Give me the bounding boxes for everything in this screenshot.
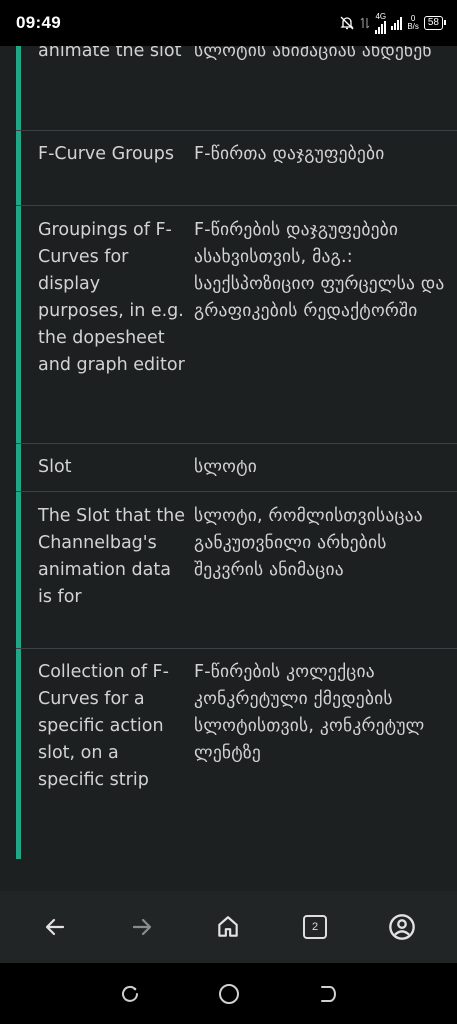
tab-count-icon: 2 [303, 915, 328, 939]
signal-icon-2 [391, 16, 403, 30]
recents-button[interactable] [110, 974, 150, 1014]
recents-icon [121, 985, 138, 1002]
english-term: The Slot that the Channelbag's animation… [38, 506, 186, 607]
arrow-left-icon [46, 918, 65, 936]
network-type: 4G [375, 11, 387, 21]
home-button[interactable] [206, 905, 250, 949]
data-transfer-icon [360, 17, 370, 29]
battery-icon: 58 [423, 16, 447, 30]
browser-toolbar: 2 [0, 891, 457, 963]
english-term: Slot [38, 457, 72, 477]
georgian-term: F-წირების კოლექცია კონკრეტული ქმედების ს… [194, 662, 425, 763]
glossary-content: animate the slot სლოტის ანიმაციას ახდენე… [0, 46, 457, 891]
home-icon [218, 916, 239, 937]
home-nav-button[interactable] [209, 974, 249, 1014]
table-row: Slot სლოტი [16, 444, 457, 492]
english-term: Groupings of F-Curves for display purpos… [38, 220, 185, 375]
tabs-button[interactable]: 2 [293, 905, 337, 949]
account-icon [388, 914, 415, 940]
english-term: F-Curve Groups [38, 144, 174, 164]
table-row: Groupings of F-Curves for display purpos… [16, 206, 457, 444]
table-row: Collection of F-Curves for a specific ac… [16, 649, 457, 859]
forward-button[interactable] [120, 905, 164, 949]
georgian-term: სლოტის ანიმაციას ახდენენ [194, 46, 432, 61]
back-nav-icon [320, 985, 336, 1002]
system-nav-bar [0, 963, 457, 1024]
row-accent-bar [16, 444, 21, 491]
english-term: Collection of F-Curves for a specific ac… [38, 662, 169, 790]
georgian-term: სლოტი, რომლისთვისაცაა განკუთვნილი არხები… [194, 506, 423, 580]
glossary-table: animate the slot სლოტის ანიმაციას ახდენე… [16, 46, 457, 859]
account-button[interactable] [380, 905, 424, 949]
circle-home-icon [218, 983, 239, 1004]
mute-bell-icon [340, 16, 354, 30]
georgian-term: F-წირების დაჯგუფებები ასახვისთვის, მაგ.:… [194, 220, 445, 321]
back-nav-button[interactable] [308, 974, 348, 1014]
arrow-right-icon [132, 918, 151, 936]
english-term: animate the slot [38, 46, 182, 61]
signal-icon [375, 20, 387, 34]
row-accent-bar [16, 649, 21, 859]
table-row: F-Curve Groups F-წირთა დაჯგუფებები [16, 131, 457, 206]
status-time: 09:49 [16, 13, 61, 32]
table-row: The Slot that the Channelbag's animation… [16, 492, 457, 649]
row-accent-bar [16, 131, 21, 205]
status-bar: 09:49 4G 0 B/s 58 [0, 0, 457, 46]
back-button[interactable] [33, 905, 77, 949]
status-icons: 4G 0 B/s 58 [339, 11, 447, 34]
network-speed: 0 B/s [407, 14, 419, 31]
row-accent-bar [16, 46, 21, 130]
row-accent-bar [16, 492, 21, 648]
georgian-term: F-წირთა დაჯგუფებები [194, 144, 385, 164]
row-accent-bar [16, 206, 21, 443]
georgian-term: სლოტი [194, 457, 258, 477]
table-row: animate the slot სლოტის ანიმაციას ახდენე… [16, 46, 457, 131]
